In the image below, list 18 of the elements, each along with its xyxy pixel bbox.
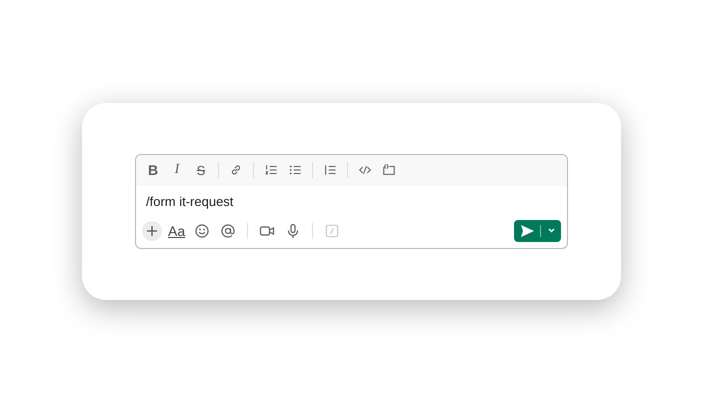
code-icon (358, 163, 372, 177)
message-input[interactable]: /form it-request (146, 192, 557, 212)
strikethrough-button[interactable]: S (190, 159, 212, 181)
bold-button[interactable]: B (142, 159, 164, 181)
emoji-icon (194, 222, 210, 238)
blockquote-icon (323, 163, 337, 177)
attach-button[interactable] (142, 220, 162, 240)
italic-button[interactable]: I (166, 159, 188, 181)
caret-icon (548, 228, 554, 233)
formatting-toggle[interactable]: Aa (166, 220, 188, 242)
slash-shortcut-icon (325, 224, 340, 238)
link-icon (229, 163, 243, 177)
numbered-list-icon (264, 163, 278, 177)
plus-icon (147, 226, 157, 236)
bulleted-list-icon (288, 163, 302, 177)
mention-icon (220, 222, 236, 238)
send-icon (520, 224, 534, 236)
code-block-icon (382, 163, 396, 177)
